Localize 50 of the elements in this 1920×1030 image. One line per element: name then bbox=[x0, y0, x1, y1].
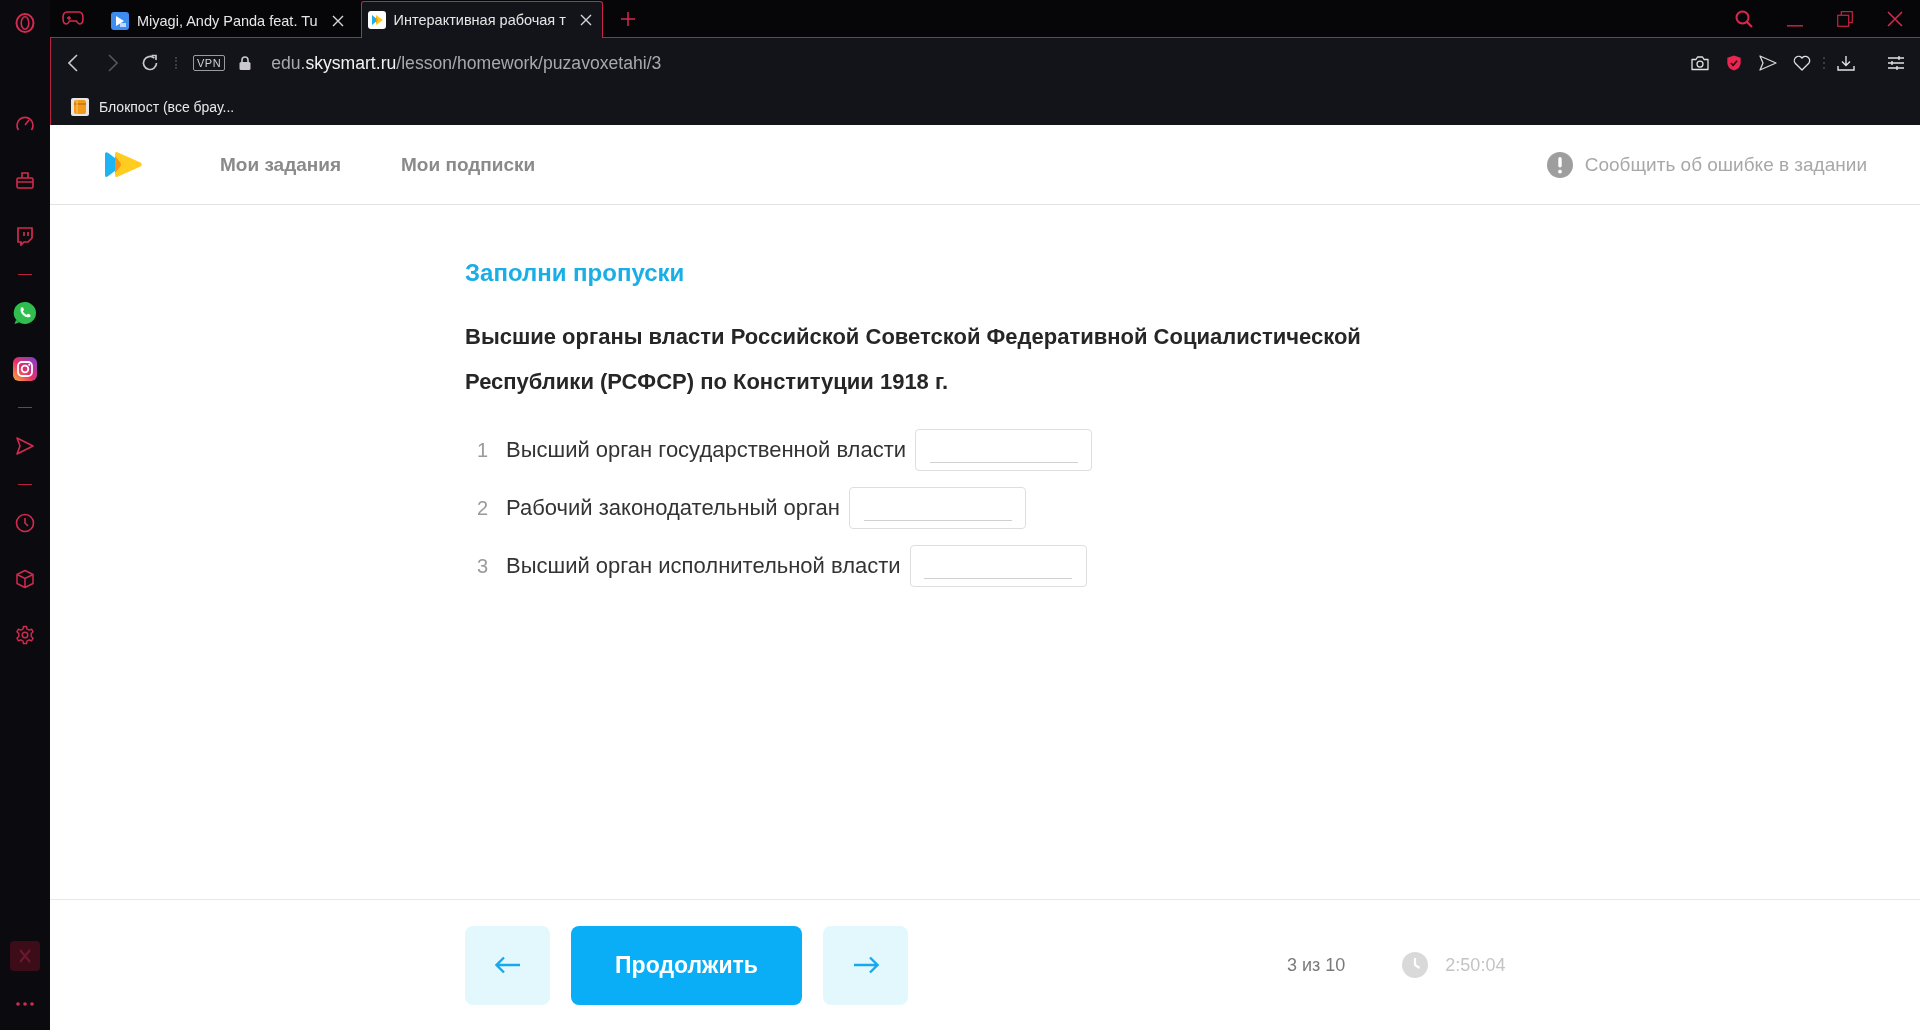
clock-icon bbox=[1402, 952, 1429, 978]
answer-field[interactable] bbox=[909, 545, 1087, 587]
chat-bubble-icon[interactable] bbox=[15, 226, 35, 246]
bookmark-item[interactable]: Блокпост (все брау... bbox=[71, 97, 235, 116]
timer-text: 2:50:04 bbox=[1445, 954, 1506, 976]
cube-icon[interactable] bbox=[15, 569, 35, 589]
lock-icon bbox=[239, 56, 252, 70]
back-icon[interactable] bbox=[68, 54, 78, 72]
sliders-icon[interactable] bbox=[1887, 55, 1905, 71]
logo-icon[interactable] bbox=[103, 151, 143, 178]
answer-field[interactable] bbox=[849, 487, 1026, 529]
item-label: Рабочий законодательный орган bbox=[506, 495, 840, 521]
more-icon[interactable] bbox=[16, 1002, 34, 1006]
question-text: Высшие органы власти Российской Советской Федеративной Социалистической Республики (РСФСР) по Конституции 1918 г. bbox=[465, 323, 1362, 396]
arrow-right-icon bbox=[852, 956, 879, 974]
search-icon[interactable] bbox=[1735, 9, 1753, 28]
clock-icon[interactable] bbox=[15, 513, 35, 533]
item-number: 1 bbox=[475, 438, 488, 462]
settings-icon[interactable] bbox=[15, 625, 35, 645]
plus-icon[interactable] bbox=[620, 12, 635, 26]
alert-icon bbox=[1546, 151, 1573, 178]
restore-icon[interactable] bbox=[1837, 10, 1853, 27]
heart-icon[interactable] bbox=[1793, 55, 1811, 71]
ring-logo-icon[interactable] bbox=[15, 13, 35, 33]
camera-app-icon[interactable] bbox=[13, 357, 37, 381]
vpn-badge[interactable]: VPN bbox=[193, 55, 226, 71]
item-label: Высший орган исполнительной власти bbox=[506, 553, 901, 579]
play-triangles-icon bbox=[367, 11, 386, 29]
answer-field[interactable] bbox=[915, 429, 1092, 471]
gamepad-icon[interactable] bbox=[62, 11, 84, 25]
play-tile-icon bbox=[111, 11, 129, 30]
phone-bubble-icon[interactable] bbox=[13, 301, 37, 325]
progress-counter: 3 из 10 bbox=[1287, 954, 1346, 976]
minimize-icon[interactable] bbox=[1787, 24, 1803, 27]
arrow-left-icon bbox=[494, 956, 521, 974]
box-icon bbox=[71, 97, 89, 116]
app-tile-icon[interactable] bbox=[10, 941, 40, 971]
task-heading: Заполни пропуски bbox=[465, 258, 685, 288]
reload-icon[interactable] bbox=[141, 54, 159, 72]
bag-icon[interactable] bbox=[15, 170, 35, 190]
browser-tab[interactable]: Miyagi, Andy Panda feat. Tu bbox=[104, 2, 355, 38]
item-number: 3 bbox=[475, 554, 488, 578]
browser-tab[interactable]: Интерактивная рабочая т bbox=[360, 1, 603, 38]
address-field[interactable]: edu.skysmart.ru/lesson/homework/puzavoxetahi/3 bbox=[271, 52, 662, 74]
forward-icon[interactable] bbox=[108, 54, 118, 72]
camera-icon[interactable] bbox=[1691, 55, 1709, 71]
item-label: Высший орган государственной власти bbox=[506, 437, 906, 463]
item-number: 2 bbox=[475, 496, 488, 520]
download-icon[interactable] bbox=[1837, 55, 1855, 71]
shield-check-icon[interactable] bbox=[1725, 55, 1743, 71]
